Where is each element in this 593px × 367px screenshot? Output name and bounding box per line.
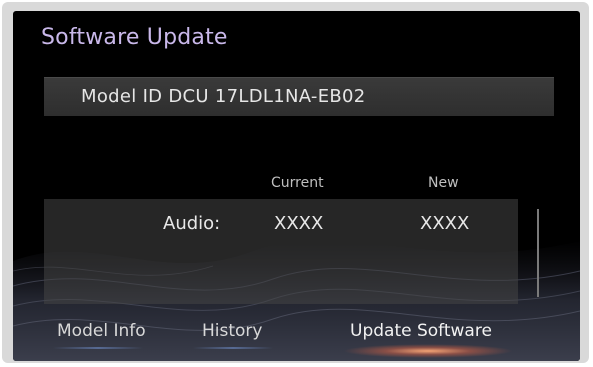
column-header-current: Current — [271, 175, 324, 191]
column-header-new: New — [428, 175, 459, 191]
tab-history[interactable]: History — [202, 321, 262, 341]
tab-update-software[interactable]: Update Software — [350, 321, 492, 341]
row-audio-current: XXXX — [274, 213, 324, 234]
row-audio-new: XXXX — [420, 213, 470, 234]
tab-model-info-underline — [53, 347, 143, 349]
page-title: Software Update — [41, 25, 228, 50]
tab-model-info[interactable]: Model Info — [57, 321, 146, 341]
active-tab-glow — [343, 344, 513, 358]
tab-history-underline — [193, 347, 273, 349]
row-audio-label: Audio: — [163, 213, 221, 234]
list-scrollbar[interactable] — [537, 209, 539, 297]
display-bezel: Software Update Model ID DCU 17LDL1NA-EB… — [2, 2, 589, 363]
model-id-text: Model ID DCU 17LDL1NA-EB02 — [81, 86, 366, 107]
model-id-bar: Model ID DCU 17LDL1NA-EB02 — [44, 77, 554, 116]
software-update-screen: Software Update Model ID DCU 17LDL1NA-EB… — [13, 11, 580, 361]
